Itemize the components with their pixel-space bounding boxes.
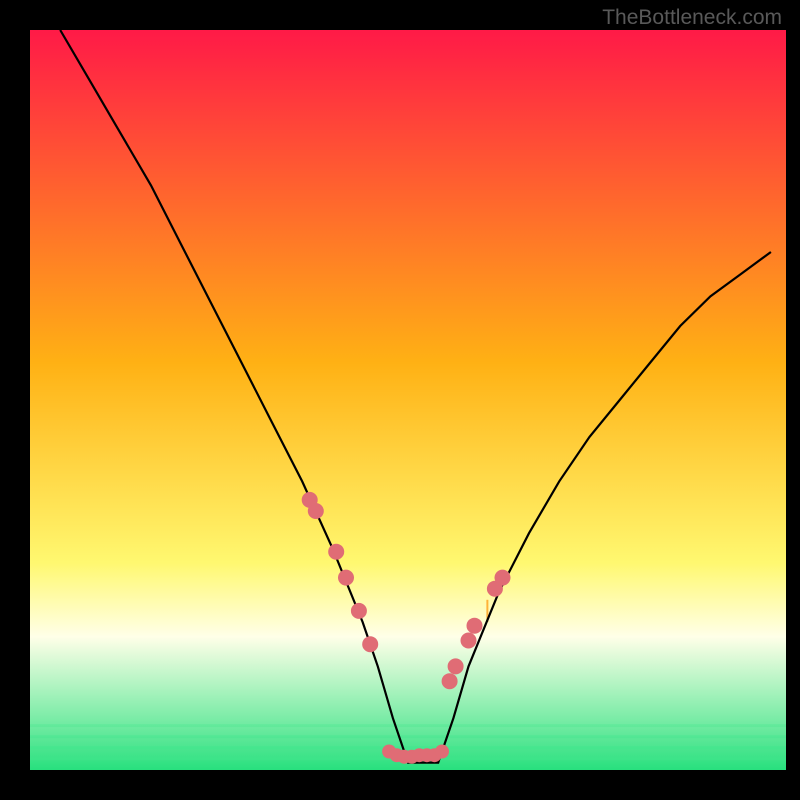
bead — [308, 503, 324, 519]
bead — [448, 658, 464, 674]
chart-frame: TheBottleneck.com — [0, 0, 800, 800]
bead — [442, 673, 458, 689]
bead — [467, 618, 483, 634]
bead — [362, 636, 378, 652]
bead — [338, 570, 354, 586]
bead — [495, 570, 511, 586]
bottleneck-chart — [0, 0, 800, 800]
watermark-text: TheBottleneck.com — [602, 6, 782, 30]
bead — [435, 745, 449, 759]
bead — [328, 544, 344, 560]
plot-background — [30, 30, 786, 770]
bead — [351, 603, 367, 619]
bead — [461, 633, 477, 649]
